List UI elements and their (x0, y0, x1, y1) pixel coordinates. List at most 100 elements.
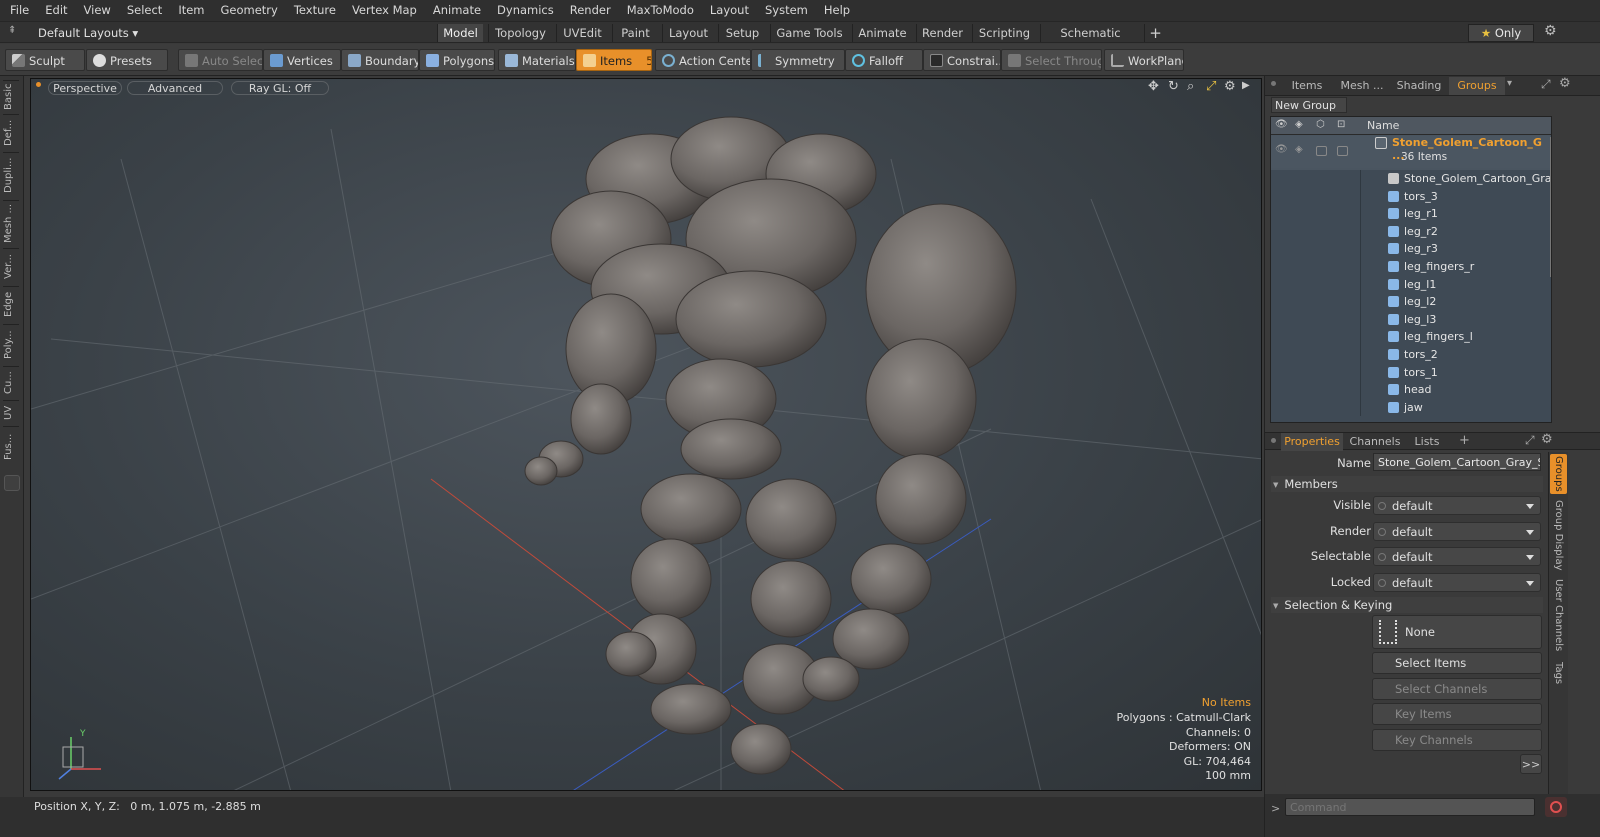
tab-edge[interactable]: Edge (3, 286, 19, 322)
move-view-icon[interactable]: ✥ (1148, 79, 1159, 94)
menu-edit[interactable]: Edit (37, 0, 75, 21)
command-input[interactable] (1285, 798, 1535, 816)
vertices-button[interactable]: Vertices1 (263, 49, 341, 71)
view-settings-icon[interactable]: ⚙ (1224, 79, 1236, 94)
sculpt-button[interactable]: Sculpt (5, 49, 85, 71)
tab-render[interactable]: Render (916, 24, 968, 42)
tab-deform[interactable]: Def... (3, 114, 19, 150)
tab-mesh[interactable]: Mesh ... (1335, 77, 1389, 95)
menu-layout[interactable]: Layout (702, 0, 757, 21)
tab-duplicate[interactable]: Dupli... (3, 152, 19, 198)
viewport-more-icon[interactable]: ▶ (1242, 80, 1250, 91)
menu-item[interactable]: Item (170, 0, 212, 21)
menu-texture[interactable]: Texture (286, 0, 344, 21)
more-button[interactable]: >> (1520, 754, 1542, 774)
tree-scrollbar[interactable] (1550, 137, 1551, 277)
add-tab-icon[interactable]: + (1144, 24, 1166, 42)
group-lock-toggle[interactable] (1337, 146, 1348, 156)
action-center-button[interactable]: Action Center (655, 49, 751, 71)
record-button[interactable] (1545, 797, 1567, 817)
render-dropdown[interactable]: default (1373, 522, 1541, 541)
tree-item-row[interactable]: leg_fingers_l (1271, 328, 1551, 346)
menu-geometry[interactable]: Geometry (213, 0, 286, 21)
tree-item-row[interactable]: tors_3 (1271, 187, 1551, 206)
tab-paint[interactable]: Paint (612, 24, 658, 42)
polygons-button[interactable]: Polygons (419, 49, 495, 71)
workplane-button[interactable]: WorkPlane (1104, 49, 1184, 71)
expand-tools-button[interactable] (4, 475, 20, 491)
tab-model[interactable]: Model (437, 24, 483, 42)
props-menu-icon[interactable] (1271, 438, 1276, 443)
panel-menu-icon[interactable] (1271, 81, 1276, 86)
tree-item-row[interactable]: leg_r1 (1271, 205, 1551, 223)
tab-schematic-fusion[interactable]: Schematic Fusion (1040, 24, 1140, 58)
tab-uv[interactable]: UV (3, 400, 19, 424)
falloff-button[interactable]: Falloff (845, 49, 923, 71)
selection-keying-section[interactable]: Selection & Keying (1271, 597, 1543, 613)
items-button[interactable]: Items5 (576, 49, 652, 71)
materials-button[interactable]: Materials (498, 49, 576, 71)
tree-item-row[interactable]: tors_1 (1271, 363, 1551, 382)
select-items-button[interactable]: Select Items (1372, 652, 1542, 674)
group-render-icon[interactable]: ◈ (1295, 144, 1303, 155)
menu-view[interactable]: View (76, 0, 119, 21)
select-channels-button[interactable]: Select Channels (1372, 678, 1542, 700)
tab-setup[interactable]: Setup (718, 24, 766, 42)
select-through-button[interactable]: Select Through (1001, 49, 1102, 71)
expand-panel-icon[interactable]: ⤢ (1541, 77, 1551, 92)
presets-button[interactable]: Presets (86, 49, 168, 71)
new-group-button[interactable]: New Group (1271, 97, 1347, 113)
symmetry-button[interactable]: Symmetry (751, 49, 845, 71)
tab-channels[interactable]: Channels (1347, 433, 1403, 451)
tab-shading[interactable]: Shading (1389, 77, 1449, 95)
tree-item-row[interactable]: tors_2 (1271, 346, 1551, 364)
tab-lists[interactable]: Lists (1405, 433, 1449, 451)
tab-groups[interactable]: Groups (1449, 77, 1505, 95)
tree-item-row[interactable]: leg_l3 (1271, 310, 1551, 329)
tree-item-row[interactable]: head (1271, 381, 1551, 399)
fit-view-icon[interactable]: ⤢ (1206, 79, 1216, 94)
menu-maxtomodo[interactable]: MaxToModo (619, 0, 702, 21)
tab-animate[interactable]: Animate (852, 24, 912, 42)
constraints-button[interactable]: Constrai... (923, 49, 1001, 71)
side-tab-group-display[interactable]: Group Display (1550, 498, 1567, 572)
key-channels-button[interactable]: Key Channels (1372, 729, 1542, 751)
tree-item-row[interactable]: Stone_Golem_Cartoon_Gra ... (1271, 170, 1551, 188)
locked-dropdown[interactable]: default (1373, 573, 1541, 592)
group-row[interactable]: 👁 ◈ Stone_Golem_Cartoon_G ... 36 Items (1271, 136, 1551, 168)
tree-item-row[interactable]: leg_fingers_r (1271, 258, 1551, 276)
key-items-button[interactable]: Key Items (1372, 703, 1542, 725)
visible-dropdown[interactable]: default (1373, 496, 1541, 515)
menu-animate[interactable]: Animate (425, 0, 489, 21)
group-visibility-icon[interactable]: 👁 (1275, 144, 1288, 155)
tab-scripting[interactable]: Scripting (972, 24, 1036, 42)
menu-render[interactable]: Render (562, 0, 619, 21)
menu-select[interactable]: Select (119, 0, 170, 21)
tab-game-tools[interactable]: Game Tools (770, 24, 848, 42)
tab-polygon[interactable]: Poly... (3, 324, 19, 364)
tabs-dropdown-icon[interactable]: ▾ (1507, 78, 1512, 89)
side-tab-tags[interactable]: Tags (1550, 658, 1567, 688)
side-tab-user-channels[interactable]: User Channels (1550, 576, 1567, 654)
boundary-button[interactable]: Boundary (341, 49, 419, 71)
menu-help[interactable]: Help (816, 0, 858, 21)
members-section[interactable]: Members (1271, 476, 1543, 492)
zoom-view-icon[interactable]: ⌕ (1187, 79, 1194, 94)
add-props-tab-icon[interactable]: + (1459, 433, 1470, 448)
lock-column-icon[interactable]: ⊡ (1337, 119, 1345, 130)
advanced-button[interactable]: Advanced (127, 81, 223, 95)
tab-fusion[interactable]: Fus... (3, 426, 19, 466)
tree-item-row[interactable]: jaw (1271, 398, 1551, 417)
3d-viewport[interactable]: Y Perspective Advanced Ray GL: Off ✥ ↻ ⌕… (30, 78, 1262, 791)
layout-collapse-icon[interactable]: ⇞ (8, 25, 16, 36)
none-button[interactable]: None (1372, 615, 1542, 649)
tab-properties[interactable]: Properties (1281, 433, 1343, 451)
layout-selector[interactable]: Default Layouts ▾ (38, 24, 138, 42)
tab-basic[interactable]: Basic (3, 80, 19, 112)
tab-curve[interactable]: Cu... (3, 366, 19, 398)
tab-layout[interactable]: Layout (662, 24, 714, 42)
side-tab-groups[interactable]: Groups (1550, 454, 1567, 494)
visibility-column-icon[interactable]: 👁 (1275, 119, 1288, 130)
viewport-menu-icon[interactable] (36, 82, 41, 87)
render-column-icon[interactable]: ◈ (1295, 119, 1303, 130)
